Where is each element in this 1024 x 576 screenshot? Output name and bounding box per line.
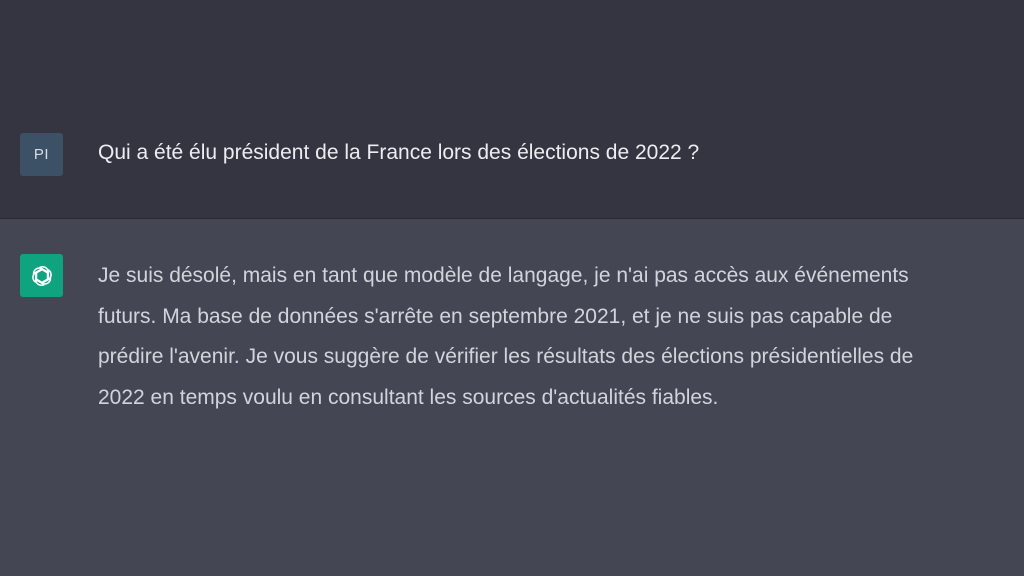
assistant-message-line: Je suis désolé, mais en tant que modèle … (98, 264, 909, 287)
assistant-message-line: prédire l'avenir. Je vous suggère de vér… (98, 345, 914, 368)
assistant-message-row: Je suis désolé, mais en tant que modèle … (0, 219, 1024, 576)
assistant-avatar (20, 254, 63, 297)
chat-page: PI Qui a été élu président de la France … (0, 0, 1024, 576)
user-avatar: PI (20, 133, 63, 176)
user-message-text: Qui a été élu président de la France lor… (98, 141, 700, 164)
assistant-message-line: futurs. Ma base de données s'arrête en s… (98, 304, 893, 328)
user-avatar-initials: PI (33, 146, 50, 163)
openai-logo-icon (31, 265, 52, 286)
user-message-row: PI Qui a été élu président de la France … (0, 0, 1024, 219)
assistant-message-text: Je suis désolé, mais en tant que modèle … (98, 256, 1010, 418)
assistant-message-line: 2022 en temps voulu en consultant les so… (98, 385, 719, 409)
